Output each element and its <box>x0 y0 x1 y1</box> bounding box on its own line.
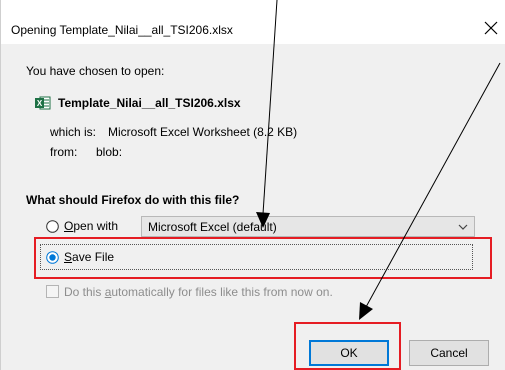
auto-action-label-rest: utomatically for files like this from no… <box>111 285 333 299</box>
open-with-label-rest: pen with <box>73 219 119 233</box>
from-value: blob: <box>96 145 123 159</box>
file-name: Template_Nilai__all_TSI206.xlsx <box>58 96 241 110</box>
open-with-mnemonic: O <box>64 219 74 233</box>
save-file-highlight-box <box>34 237 492 279</box>
auto-action-label[interactable]: Do this automatically for files like thi… <box>64 285 333 299</box>
dialog-body <box>1 44 505 370</box>
open-with-app-value: Microsoft Excel (default) <box>148 220 277 234</box>
action-question: What should Firefox do with this file? <box>26 193 240 207</box>
title-bar: Opening Template_Nilai__all_TSI206.xlsx <box>1 0 505 44</box>
chevron-down-icon <box>458 224 468 230</box>
close-icon[interactable] <box>477 14 505 42</box>
svg-text:X: X <box>37 99 43 108</box>
open-with-radio[interactable] <box>46 220 59 233</box>
auto-action-checkbox[interactable] <box>46 285 59 298</box>
open-with-app-select[interactable]: Microsoft Excel (default) <box>141 216 475 237</box>
from-label: from: <box>50 145 78 159</box>
auto-action-label-prefix: Do this <box>64 285 105 299</box>
which-is-label: which is: <box>50 125 97 139</box>
chosen-label: You have chosen to open: <box>26 64 165 78</box>
cancel-button[interactable]: Cancel <box>409 340 489 366</box>
open-with-label[interactable]: Open with <box>64 219 118 233</box>
ok-button-highlight-box <box>294 322 401 370</box>
file-type-value: Microsoft Excel Worksheet (8.2 KB) <box>108 125 298 139</box>
window-title: Opening Template_Nilai__all_TSI206.xlsx <box>11 23 233 37</box>
excel-file-icon: X <box>35 96 51 110</box>
